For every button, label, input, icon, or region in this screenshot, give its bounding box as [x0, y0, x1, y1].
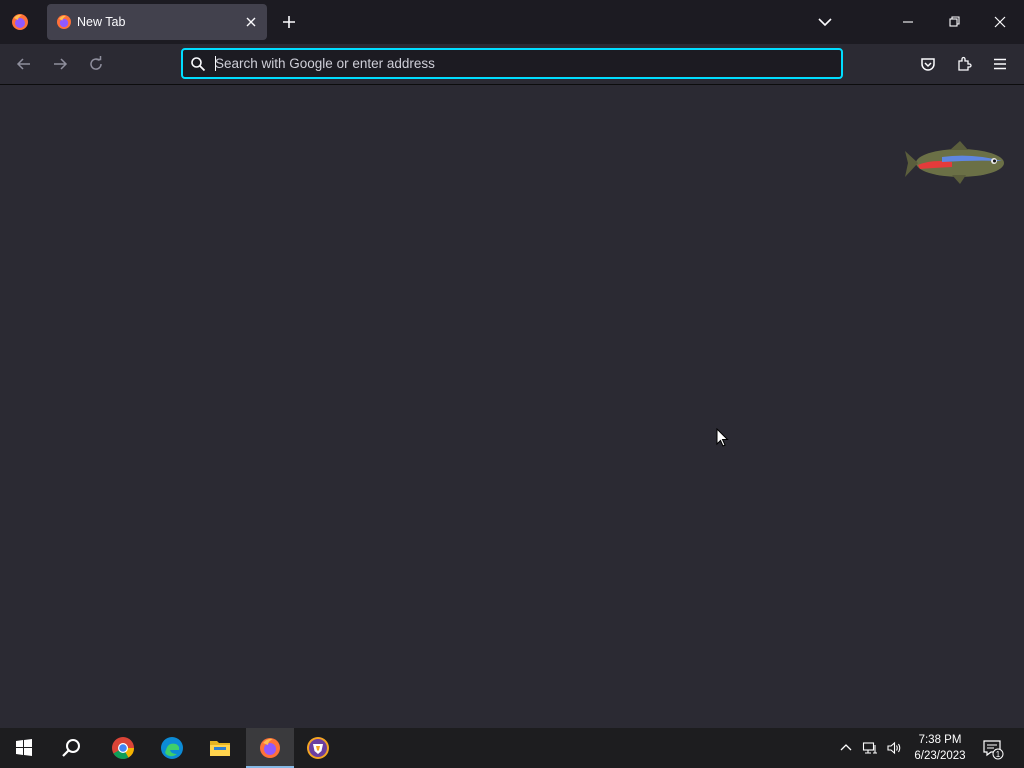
search-icon — [191, 57, 206, 72]
taskbar: 7:38 PM 6/23/2023 1 — [0, 728, 1024, 768]
url-input[interactable] — [215, 53, 815, 73]
neon-tetra-fish-image — [905, 141, 1004, 184]
taskbar-chrome[interactable] — [99, 728, 147, 768]
file-explorer-icon — [210, 741, 230, 756]
volume-icon[interactable] — [886, 740, 902, 756]
new-tab-icon[interactable] — [281, 14, 297, 30]
taskbar-file-explorer[interactable] — [196, 728, 244, 768]
back-icon[interactable] — [15, 55, 33, 73]
tab-new-tab[interactable]: New Tab — [47, 4, 267, 40]
close-window-icon[interactable] — [988, 10, 1012, 34]
brave-icon — [307, 737, 329, 759]
pocket-icon[interactable] — [919, 55, 937, 73]
clock-time: 7:38 PM — [918, 734, 962, 746]
mouse-cursor-icon — [716, 428, 729, 447]
taskbar-search-button[interactable] — [48, 728, 96, 768]
network-icon[interactable] — [862, 740, 878, 756]
menu-icon[interactable] — [991, 55, 1009, 73]
chevron-up-icon[interactable] — [838, 740, 854, 756]
close-tab-icon[interactable] — [243, 14, 259, 30]
edge-icon — [161, 737, 183, 759]
extensions-icon[interactable] — [955, 55, 973, 73]
firefox-view-icon[interactable] — [10, 12, 30, 32]
taskbar-clock[interactable]: 7:38 PM 6/23/2023 — [906, 732, 974, 764]
tab-favicon — [57, 15, 71, 29]
taskbar-edge[interactable] — [148, 728, 196, 768]
clock-date: 6/23/2023 — [914, 750, 966, 762]
restore-icon[interactable] — [942, 10, 966, 34]
new-tab-page — [0, 85, 1024, 728]
tab-strip: New Tab — [0, 0, 1024, 44]
taskbar-firefox[interactable] — [246, 728, 294, 768]
nav-bar — [0, 44, 1024, 85]
notification-icon[interactable]: 1 — [982, 738, 1004, 760]
minimize-icon[interactable] — [896, 10, 920, 34]
search-icon — [62, 739, 80, 757]
forward-icon[interactable] — [51, 55, 69, 73]
notification-count: 1 — [996, 750, 1001, 759]
firefox-icon — [260, 738, 280, 758]
start-button[interactable] — [0, 728, 48, 768]
url-bar[interactable] — [181, 48, 843, 79]
chrome-icon — [112, 737, 134, 759]
list-all-tabs-icon[interactable] — [817, 14, 833, 30]
taskbar-brave[interactable] — [294, 728, 342, 768]
start-icon — [16, 739, 32, 756]
tab-title: New Tab — [77, 15, 126, 29]
reload-icon[interactable] — [87, 55, 105, 73]
